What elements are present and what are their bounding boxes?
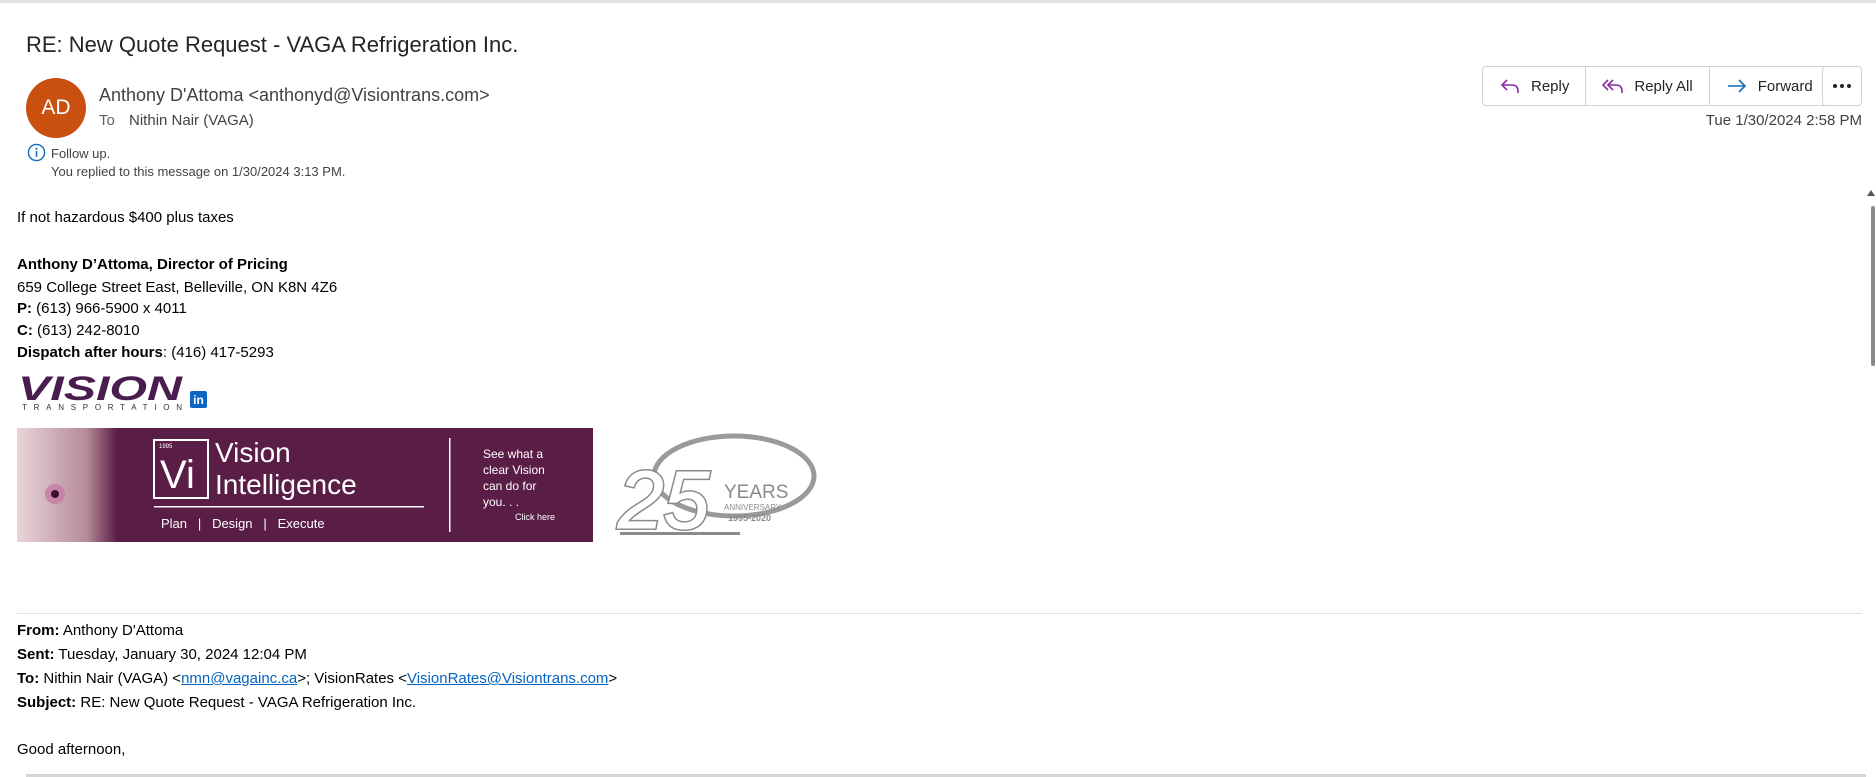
to-label: To xyxy=(99,112,115,129)
dispatch-label: Dispatch after hours xyxy=(17,344,163,361)
linkedin-icon[interactable]: in xyxy=(190,391,207,408)
signature-name: Anthony D’Attoma, Director of Pricing xyxy=(17,256,288,273)
to-mid: >; VisionRates < xyxy=(297,670,407,687)
svg-text:you. . .: you. . . xyxy=(483,495,519,509)
phone-value: (613) 966-5900 x 4011 xyxy=(32,300,187,317)
signature-address: 659 College Street East, Belleville, ON … xyxy=(17,279,338,296)
reply-icon xyxy=(1500,79,1519,93)
sender[interactable]: Anthony D'Attoma <anthonyd@Visiontrans.c… xyxy=(99,85,490,106)
svg-text:25: 25 xyxy=(617,455,710,542)
message-actions: Reply Reply All Forward xyxy=(1482,66,1830,106)
recipient[interactable]: Nithin Nair (VAGA) xyxy=(129,112,254,129)
forward-button[interactable]: Forward xyxy=(1710,67,1829,105)
svg-text:See what a: See what a xyxy=(483,447,543,461)
svg-text:YEARS: YEARS xyxy=(724,482,788,503)
quoted-greeting: Good afternoon, xyxy=(17,741,126,758)
reply-label: Reply xyxy=(1531,77,1570,95)
email-link-nmn[interactable]: nmn@vagainc.ca xyxy=(181,670,297,687)
svg-text:Vi: Vi xyxy=(160,453,195,497)
quoted-subject: Subject: RE: New Quote Request - VAGA Re… xyxy=(17,694,416,711)
quoted-divider xyxy=(17,613,1862,614)
forward-icon xyxy=(1727,79,1746,93)
subject-label: Subject: xyxy=(17,694,77,711)
to-suffix: > xyxy=(608,670,618,687)
svg-text:1995-2020: 1995-2020 xyxy=(728,513,771,523)
vision-logo[interactable]: VISION TRANSPORTATION xyxy=(17,372,185,412)
svg-text:1995: 1995 xyxy=(159,444,173,450)
subject-value: RE: New Quote Request - VAGA Refrigerati… xyxy=(76,694,417,711)
to-label: To: xyxy=(17,670,40,687)
forward-label: Forward xyxy=(1757,77,1813,95)
svg-text:can do for: can do for xyxy=(483,479,536,493)
to-prefix: Nithin Nair (VAGA) < xyxy=(39,670,182,687)
email-subject: RE: New Quote Request - VAGA Refrigerati… xyxy=(26,32,519,57)
avatar[interactable]: AD xyxy=(26,78,86,138)
reply-button[interactable]: Reply xyxy=(1483,67,1587,105)
signature-phone: P: (613) 966-5900 x 4011 xyxy=(17,300,187,317)
from-label: From: xyxy=(17,622,60,639)
svg-text:Vision: Vision xyxy=(215,437,291,468)
quoted-from: From: Anthony D'Attoma xyxy=(17,622,183,639)
more-horizontal-icon xyxy=(1833,84,1851,88)
phone-label: P: xyxy=(17,300,32,317)
recipient-row: To Nithin Nair (VAGA) xyxy=(99,112,254,129)
vision-intelligence-banner[interactable]: 1995 Vi Vision Intelligence Plan | Desig… xyxy=(17,428,593,542)
signature-dispatch: Dispatch after hours: (416) 417-5293 xyxy=(17,344,274,361)
follow-up-flag: Follow up. xyxy=(51,146,111,161)
quoted-sent: Sent: Tuesday, January 30, 2024 12:04 PM xyxy=(17,646,307,663)
from-value: Anthony D'Attoma xyxy=(59,622,184,639)
svg-text:Click here: Click here xyxy=(515,512,555,522)
svg-text:Plan | Design | Execut: Plan | Design | Execute xyxy=(161,516,325,531)
scroll-up-icon[interactable] xyxy=(1867,190,1875,196)
reply-all-button[interactable]: Reply All xyxy=(1586,67,1710,105)
signature-cell: C: (613) 242-8010 xyxy=(17,322,140,339)
reply-all-icon xyxy=(1602,79,1624,93)
cell-label: C: xyxy=(17,322,33,339)
received-date: Tue 1/30/2024 2:58 PM xyxy=(1705,112,1862,129)
dispatch-value: : (416) 417-5293 xyxy=(162,344,274,361)
svg-text:ANNIVERSARY: ANNIVERSARY xyxy=(724,503,782,512)
quoted-to: To: Nithin Nair (VAGA) <nmn@vagainc.ca>;… xyxy=(17,670,617,687)
top-border xyxy=(0,0,1876,3)
replied-note: You replied to this message on 1/30/2024… xyxy=(51,164,346,179)
email-link-visionrates[interactable]: VisionRates@Visiontrans.com xyxy=(407,670,608,687)
svg-text:Intelligence: Intelligence xyxy=(215,469,357,500)
reply-all-label: Reply All xyxy=(1634,77,1693,95)
25-year-anniversary-logo: 25 25 YEARS ANNIVERSARY 1995-2020 xyxy=(615,433,817,542)
info-icon xyxy=(27,143,46,162)
scroll-thumb[interactable] xyxy=(1871,206,1875,366)
more-options-button[interactable] xyxy=(1822,66,1862,106)
cell-value: (613) 242-8010 xyxy=(32,322,140,339)
svg-text:clear Vision: clear Vision xyxy=(483,463,545,477)
body-line: If not hazardous $400 plus taxes xyxy=(17,209,234,226)
sent-value: Tuesday, January 30, 2024 12:04 PM xyxy=(54,646,307,663)
sent-label: Sent: xyxy=(17,646,55,663)
